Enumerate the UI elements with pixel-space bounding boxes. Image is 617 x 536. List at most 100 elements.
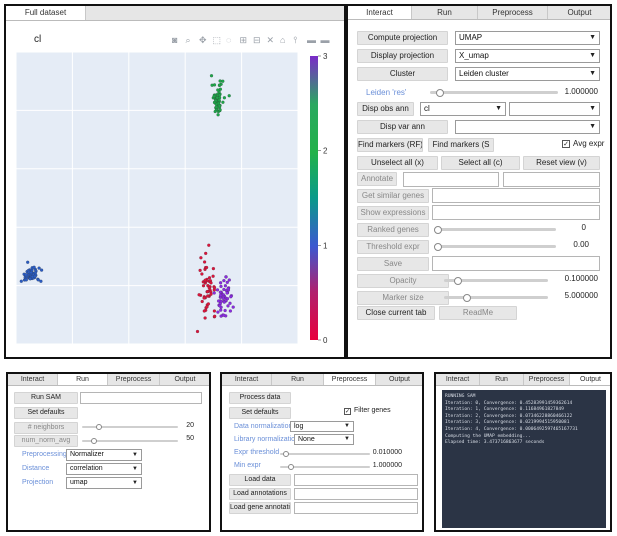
tab-preprocess[interactable]: Preprocess	[524, 374, 570, 385]
lasso-icon[interactable]: ◌	[226, 35, 231, 45]
tab-run[interactable]: Run	[412, 6, 478, 19]
autoscale-icon[interactable]: ✕	[267, 35, 275, 46]
tab-preprocess[interactable]: Preprocess	[478, 6, 548, 19]
scatter-plot[interactable]: 3 2 1 0	[16, 52, 344, 352]
load-annotations-button[interactable]: Load annotations	[229, 488, 291, 500]
slider-handle[interactable]	[91, 438, 97, 444]
zoom-icon[interactable]: ⌕	[186, 35, 191, 46]
load-gene-annotations-input[interactable]	[294, 502, 418, 514]
tab-output[interactable]: Output	[376, 374, 422, 385]
slider-handle[interactable]	[463, 293, 472, 302]
zoom-in-icon[interactable]: ⊞	[240, 35, 248, 46]
set-defaults-button[interactable]: Set defaults	[229, 407, 291, 419]
tab-output[interactable]: Output	[570, 374, 610, 385]
library-normalization-select[interactable]: None ▼	[294, 434, 354, 445]
tab-interact[interactable]: Interact	[436, 374, 480, 385]
load-data-input[interactable]	[294, 474, 418, 486]
expr-threshold-slider[interactable]	[280, 453, 370, 455]
tab-full-dataset[interactable]: Full dataset	[6, 6, 86, 20]
unselect-all-button[interactable]: Unselect all (x)	[357, 156, 438, 170]
find-markers-s-button[interactable]: Find markers (S	[428, 138, 494, 152]
show-expressions-button[interactable]: Show expressions	[357, 206, 429, 220]
save-input[interactable]	[432, 256, 600, 271]
data-normalization-select[interactable]: log ▼	[290, 421, 354, 432]
marker-size-button[interactable]: Marker size	[357, 291, 449, 305]
readme-button[interactable]: ReadMe	[439, 306, 517, 320]
disp-obs-ann-select-2[interactable]: ▼	[509, 102, 600, 116]
zoom-out-icon[interactable]: ⊟	[253, 35, 261, 46]
tab-interact[interactable]: Interact	[222, 374, 272, 385]
tab-interact[interactable]: Interact	[8, 374, 58, 385]
disp-obs-ann-select[interactable]: cl ▼	[420, 102, 506, 116]
slider-handle[interactable]	[453, 276, 462, 285]
slider-handle[interactable]	[436, 88, 444, 97]
slider-handle[interactable]	[95, 424, 102, 430]
annotate-button[interactable]: Annotate	[357, 172, 397, 186]
opacity-button[interactable]: Opacity	[357, 274, 449, 288]
reset-axes-icon[interactable]: ⌂	[280, 35, 285, 45]
threshold-expr-slider[interactable]	[434, 245, 556, 248]
tab-run[interactable]: Run	[272, 374, 324, 385]
tab-output[interactable]: Output	[548, 6, 610, 19]
tab-interact[interactable]: Interact	[348, 6, 412, 19]
annotate-input-1[interactable]	[403, 172, 499, 187]
output-console[interactable]: RUNNING SAM Iteration: 0, Convergence: 0.…	[442, 390, 606, 528]
load-data-button[interactable]: Load data	[229, 474, 291, 486]
reset-view-button[interactable]: Reset view (v)	[523, 156, 600, 170]
distance-select[interactable]: correlation ▼	[66, 463, 142, 475]
display-projection-button[interactable]: Display projection	[357, 49, 448, 63]
ranked-genes-button[interactable]: Ranked genes	[357, 223, 429, 237]
threshold-expr-button[interactable]: Threshold expr	[357, 240, 429, 254]
cluster-button[interactable]: Cluster	[357, 67, 448, 81]
scatter-point	[226, 287, 230, 291]
compute-projection-select[interactable]: UMAP ▼	[455, 31, 600, 45]
save-button[interactable]: Save	[357, 257, 429, 271]
run-sam-input[interactable]	[80, 392, 202, 404]
spike-lines-icon[interactable]: ⫯	[294, 35, 298, 46]
set-defaults-button[interactable]: Set defaults	[14, 407, 78, 419]
run-sam-button[interactable]: Run SAM	[14, 392, 78, 404]
find-markers-rf-button[interactable]: Find markers (RF)	[357, 138, 423, 152]
disp-obs-ann-button[interactable]: Disp obs ann	[357, 102, 414, 116]
ranked-genes-slider[interactable]	[434, 228, 556, 231]
slider-handle[interactable]	[288, 464, 295, 470]
filter-genes-checkbox[interactable]: ✓	[344, 408, 351, 415]
tab-run[interactable]: Run	[480, 374, 524, 385]
load-gene-annotations-button[interactable]: Load gene annotati...	[229, 502, 291, 514]
disp-var-ann-button[interactable]: Disp var ann	[357, 120, 448, 134]
leiden-res-slider[interactable]	[430, 91, 558, 94]
disp-var-ann-select[interactable]: ▼	[455, 120, 600, 134]
scatter-point	[207, 276, 212, 280]
slider-handle[interactable]	[282, 451, 289, 457]
slider-handle[interactable]	[434, 242, 442, 251]
compare-icon[interactable]: ▬	[307, 35, 316, 45]
neighbors-button[interactable]: # neighbors	[14, 422, 78, 434]
load-annotations-input[interactable]	[294, 488, 418, 500]
avg-expr-checkbox[interactable]: ✓	[562, 140, 570, 148]
get-similar-genes-button[interactable]: Get similar genes	[357, 189, 429, 203]
num-norm-avg-button[interactable]: num_norm_avg	[14, 435, 78, 447]
close-current-tab-button[interactable]: Close current tab	[357, 306, 435, 320]
box-select-icon[interactable]: ⬚	[213, 35, 222, 46]
projection-select[interactable]: umap ▼	[66, 477, 142, 489]
tab-run[interactable]: Run	[58, 374, 108, 385]
closest-icon[interactable]: ▬	[321, 35, 330, 45]
display-projection-select[interactable]: X_umap ▼	[455, 49, 600, 63]
marker-size-slider[interactable]	[444, 296, 548, 299]
tab-output[interactable]: Output	[160, 374, 209, 385]
annotate-input-2[interactable]	[503, 172, 600, 187]
select-all-button[interactable]: Select all (c)	[441, 156, 520, 170]
tab-preprocess[interactable]: Preprocess	[108, 374, 160, 385]
tab-preprocess[interactable]: Preprocess	[324, 374, 376, 385]
cluster-select[interactable]: Leiden cluster ▼	[455, 67, 600, 81]
pan-icon[interactable]: ✥	[199, 35, 207, 46]
preprocessing-select[interactable]: Normalizer ▼	[66, 449, 142, 461]
scatter-point	[212, 291, 216, 295]
compute-projection-button[interactable]: Compute projection	[357, 31, 448, 45]
process-data-button[interactable]: Process data	[229, 392, 291, 404]
colorbar-tick-label: 2	[323, 147, 328, 156]
camera-icon[interactable]: ◙	[172, 35, 177, 45]
slider-handle[interactable]	[434, 225, 442, 234]
show-expressions-input[interactable]	[432, 205, 600, 220]
similar-genes-input[interactable]	[432, 188, 600, 203]
